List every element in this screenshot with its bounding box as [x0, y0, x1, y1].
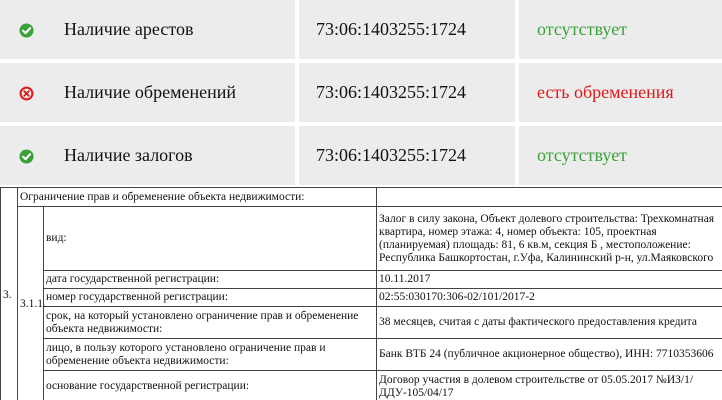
field-label: основание государственной регистрации:	[43, 370, 377, 400]
cell-separator	[515, 126, 519, 185]
cadastral-number: 73:06:1403255:1724	[316, 82, 467, 102]
cell-separator	[295, 63, 299, 122]
cell-separator	[515, 63, 519, 122]
field-value: Банк ВТБ 24 (публичное акционерное общес…	[376, 338, 722, 371]
status-label: Наличие арестов	[64, 19, 194, 39]
field-label: номер государственной регистрации:	[43, 288, 377, 307]
field-label: срок, на который установлено ограничение…	[43, 306, 377, 339]
field-value: Договор участия в долевом строительстве …	[376, 370, 722, 400]
empty-cell	[376, 187, 722, 207]
status-value: отсутствует	[537, 145, 628, 165]
cadastral-number: 73:06:1403255:1724	[316, 145, 467, 165]
field-value: 38 месяцев, считая с даты фактического п…	[376, 306, 722, 339]
field-label: лицо, в пользу которого установлено огра…	[43, 338, 377, 371]
status-label: Наличие залогов	[64, 145, 193, 165]
status-value: отсутствует	[537, 19, 628, 39]
subsection-number: 3.1.1.	[17, 206, 46, 400]
cell-separator	[515, 0, 519, 59]
status-label: Наличие обременений	[64, 82, 236, 102]
status-value: есть обременения	[537, 82, 674, 102]
table-row: 3. Ограничение прав и обременение объект…	[0, 187, 722, 400]
table-row: срок, на который установлено ограничение…	[1, 306, 722, 339]
table-row: лицо, в пользу которого установлено огра…	[1, 338, 722, 371]
x-circle-icon	[19, 86, 34, 101]
section-header: Ограничение прав и обременение объекта н…	[17, 187, 377, 207]
registry-extract: 3. Ограничение прав и обременение объект…	[0, 187, 722, 400]
cell-separator	[295, 126, 299, 185]
field-value: Залог в силу закона, Объект долевого стр…	[376, 206, 722, 271]
check-circle-icon	[19, 149, 34, 164]
field-value: 10.11.2017	[376, 270, 722, 289]
table-row: 3.1.1. вид: Залог в силу закона, Объект …	[1, 206, 722, 400]
field-label: вид:	[43, 206, 377, 271]
check-circle-icon	[19, 23, 34, 38]
section-number: 3.	[0, 187, 18, 400]
cadastral-number: 73:06:1403255:1724	[316, 19, 467, 39]
field-label: дата государственной регистрации:	[43, 270, 377, 289]
status-list: Наличие арестов 73:06:1403255:1724 отсут…	[0, 0, 722, 189]
table-row: дата государственной регистрации: 10.11.…	[1, 270, 722, 289]
status-row-encumbrances: Наличие обременений 73:06:1403255:1724 е…	[0, 63, 722, 122]
field-value: 02:55:030170:306-02/101/2017-2	[376, 288, 722, 307]
status-row-arrests: Наличие арестов 73:06:1403255:1724 отсут…	[0, 0, 722, 59]
table-row: номер государственной регистрации: 02:55…	[1, 288, 722, 307]
cell-separator	[295, 0, 299, 59]
table-row: основание государственной регистрации: Д…	[1, 370, 722, 400]
encumbrance-table: 3. Ограничение прав и обременение объект…	[0, 187, 722, 400]
status-row-pledges: Наличие залогов 73:06:1403255:1724 отсут…	[0, 126, 722, 185]
